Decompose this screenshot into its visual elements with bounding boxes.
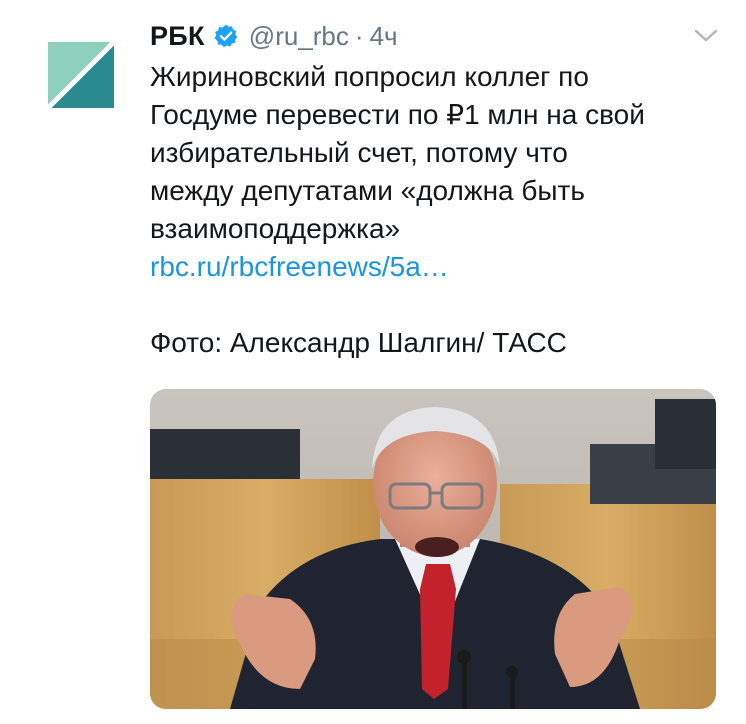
tweet-header: РБК @ru_rbc · 4ч [150, 14, 398, 58]
tweet-text-line: между депутатами «должна быть [150, 175, 585, 206]
account-name[interactable]: РБК [150, 21, 205, 52]
tweet-link[interactable]: rbc.ru/rbcfreenews/5a… [150, 248, 730, 286]
chevron-down-icon[interactable] [692, 26, 720, 46]
tweet-time[interactable]: 4ч [370, 21, 398, 52]
photo-credit: Фото: Александр Шалгин/ ТАСС [150, 327, 567, 358]
account-handle[interactable]: @ru_rbc [249, 21, 349, 52]
tweet-text-line: избирательный счет, потому что [150, 137, 568, 168]
tweet-text-line: взаимоподдержка» [150, 213, 401, 244]
text-spacer [150, 286, 730, 324]
avatar[interactable] [48, 42, 114, 108]
verified-badge-icon [213, 23, 239, 49]
tweet-text: Жириновский попросил коллег по Госдуме п… [150, 58, 730, 362]
tweet-photo[interactable] [150, 389, 716, 709]
tweet[interactable]: РБК @ru_rbc · 4ч Жириновский попросил ко… [0, 0, 746, 724]
tweet-text-line: Госдуме перевести по ₽1 млн на свой [150, 99, 645, 130]
rbc-logo-icon [48, 42, 114, 108]
separator-dot: · [354, 20, 364, 51]
tweet-text-line: Жириновский попросил коллег по [150, 61, 589, 92]
photo-image [150, 389, 716, 709]
